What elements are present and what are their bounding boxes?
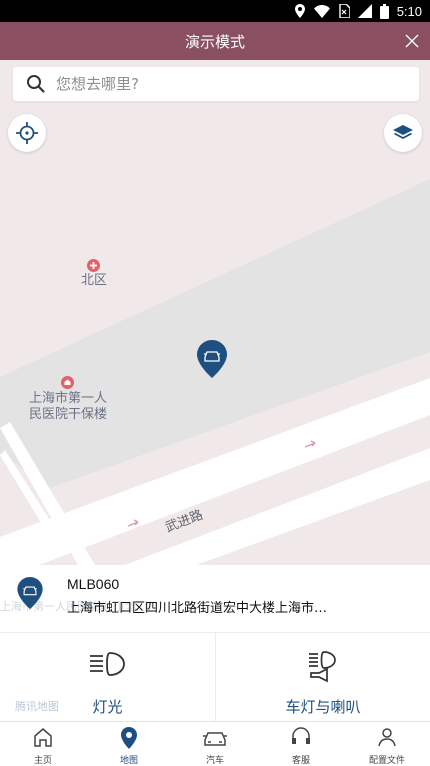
map-block — [0, 179, 430, 488]
tab-map[interactable]: 地图 — [86, 722, 172, 766]
search-input[interactable] — [56, 75, 396, 93]
tab-bar: 主页 地图 汽车 客服 配置文件 — [0, 721, 430, 766]
car-icon — [203, 732, 227, 746]
battery-icon — [379, 3, 389, 19]
tab-label: 汽车 — [205, 756, 224, 766]
vehicle-address: 上海市虹口区四川北路街道宏中大楼上海市… — [67, 601, 328, 616]
map-watermark: 腾讯地图 — [15, 700, 59, 713]
title-bar: 演示模式 — [0, 22, 430, 60]
poi-hospital-icon — [61, 376, 74, 389]
page-title: 演示模式 — [184, 33, 245, 51]
tab-label: 地图 — [119, 756, 138, 766]
headset-icon — [292, 727, 310, 744]
headlight-icon — [89, 652, 125, 676]
layers-button[interactable] — [384, 114, 422, 152]
signal-icon — [357, 4, 372, 18]
layers-icon — [393, 125, 413, 140]
tab-label: 客服 — [291, 756, 310, 766]
tab-car[interactable]: 汽车 — [172, 722, 258, 766]
tab-label: 配置文件 — [368, 756, 405, 766]
lights-horn-label: 车灯与喇叭 — [285, 698, 361, 716]
poi-label-north[interactable]: 北区 — [75, 273, 113, 289]
search-box[interactable] — [13, 67, 419, 101]
feature-panel: 灯光 车灯与喇叭 — [0, 633, 430, 721]
map-pin-icon — [121, 727, 137, 749]
vehicle-id: MLB060 — [67, 576, 120, 592]
sim-icon — [338, 4, 350, 18]
status-bar: 5:10 — [0, 0, 430, 22]
crosshair-icon — [16, 122, 38, 144]
poi-medical-icon — [87, 259, 100, 272]
close-icon — [405, 34, 419, 48]
headlight-horn-icon — [309, 651, 336, 683]
locate-button[interactable] — [8, 114, 46, 152]
profile-icon — [378, 728, 396, 747]
search-icon — [27, 75, 45, 93]
wifi-icon — [313, 4, 330, 18]
close-button[interactable] — [400, 29, 424, 53]
car-location-pin[interactable] — [197, 340, 227, 378]
tab-support[interactable]: 客服 — [258, 722, 344, 766]
status-time: 5:10 — [396, 3, 422, 19]
lights-horn-button[interactable]: 车灯与喇叭 — [215, 633, 430, 721]
poi-label-hospital[interactable]: 上海市第一人 民医院干保楼 — [18, 391, 118, 423]
car-pin-icon — [17, 577, 43, 609]
status-icons: 5:10 — [294, 3, 422, 19]
tab-home[interactable]: 主页 — [0, 722, 86, 766]
home-icon — [34, 728, 52, 747]
tab-label: 主页 — [33, 756, 52, 766]
location-icon — [294, 4, 305, 18]
tab-profile[interactable]: 配置文件 — [344, 722, 430, 766]
